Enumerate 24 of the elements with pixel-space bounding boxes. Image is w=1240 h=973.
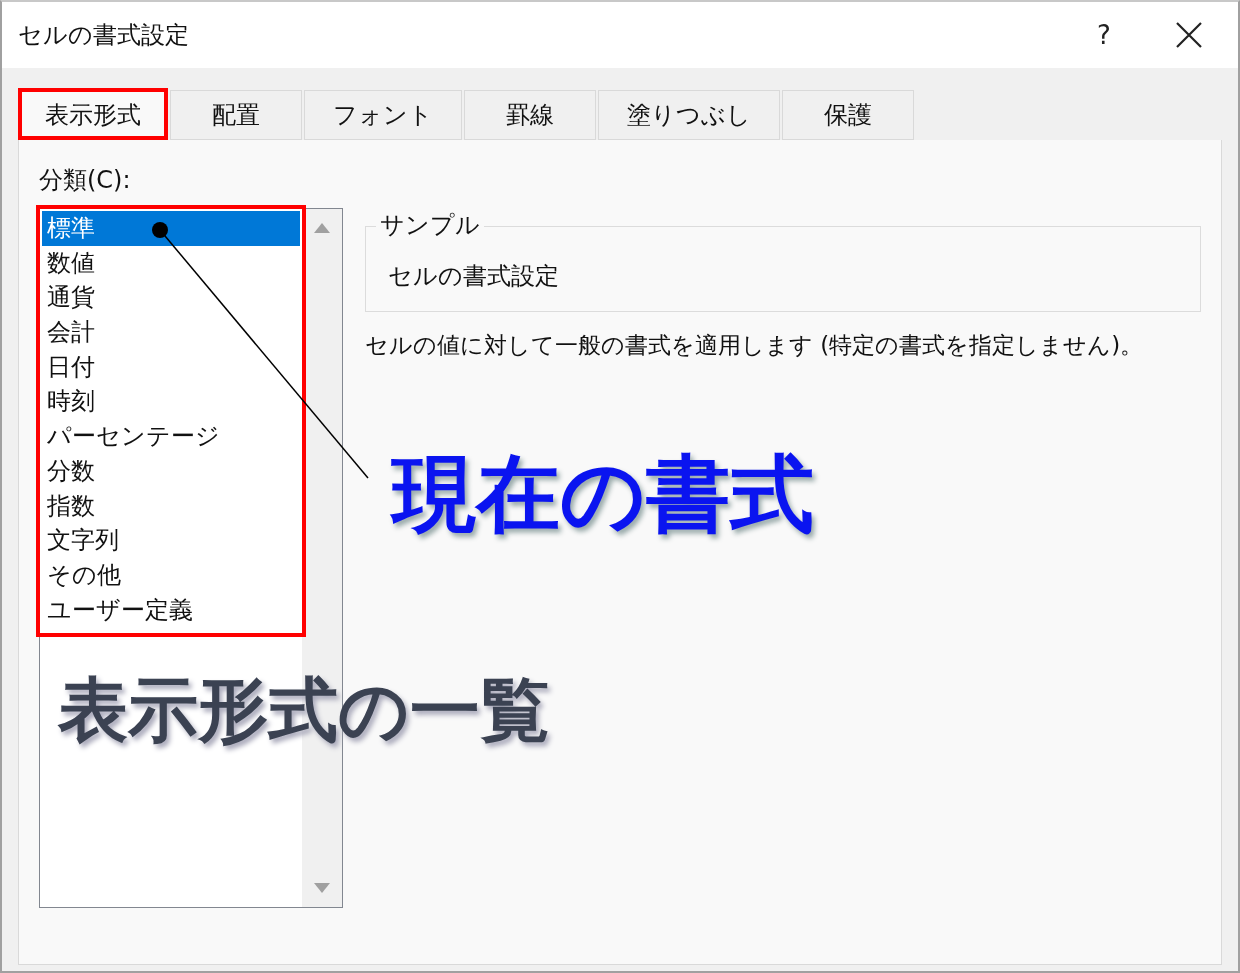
sample-value: セルの書式設定 (388, 261, 559, 292)
format-description: セルの値に対して一般の書式を適用します (特定の書式を指定しません)。 (365, 331, 1145, 360)
window-title: セルの書式設定 (18, 20, 190, 51)
tab[interactable]: 表示形式 (18, 88, 168, 140)
list-item[interactable]: 分数 (42, 453, 300, 489)
list-item[interactable]: 標準 (42, 211, 300, 246)
list-item[interactable]: その他 (42, 557, 300, 593)
tab[interactable]: 塗りつぶし (598, 90, 780, 140)
category-label: 分類(C): (39, 165, 132, 196)
list-item[interactable]: 文字列 (42, 523, 300, 558)
list-item[interactable]: 通貨 (42, 280, 300, 316)
tab[interactable]: 罫線 (464, 90, 596, 140)
list-item[interactable]: 指数 (42, 488, 300, 524)
tab[interactable]: 配置 (170, 90, 302, 140)
callout-text: 現在の書式 (392, 444, 814, 545)
help-button[interactable]: ? (1064, 20, 1144, 50)
tab[interactable]: フォント (304, 90, 462, 140)
list-item[interactable]: パーセンテージ (42, 419, 300, 454)
list-item[interactable]: 日付 (42, 349, 300, 385)
list-item[interactable]: ユーザー定義 (42, 592, 300, 628)
list-item[interactable]: 会計 (42, 315, 300, 350)
list-item[interactable]: 数値 (42, 245, 300, 281)
list-item[interactable]: 時刻 (42, 384, 300, 420)
tab[interactable]: 保護 (782, 90, 914, 140)
